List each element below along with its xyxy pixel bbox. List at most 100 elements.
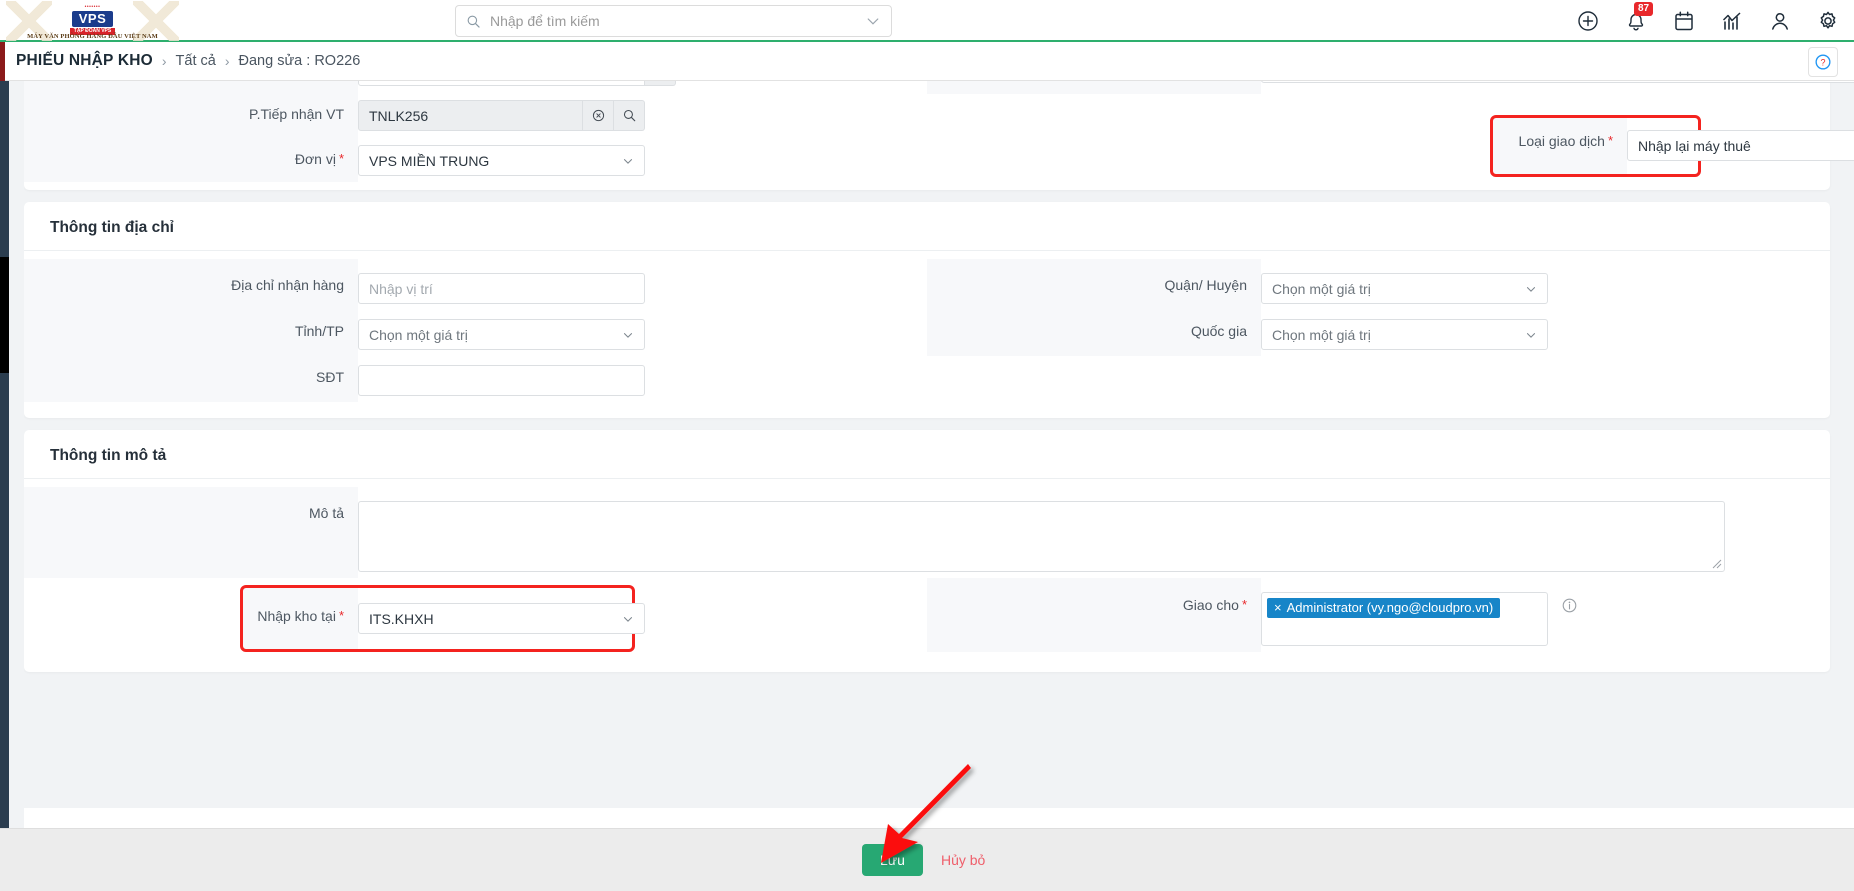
field-row-mo-ta: Mô tả bbox=[24, 479, 1830, 578]
lookup-search-button[interactable] bbox=[614, 100, 645, 131]
breadcrumb-item-all[interactable]: Tất cả bbox=[176, 53, 216, 69]
label-p-tiep-nhan-vt: P.Tiếp nhận VT bbox=[24, 94, 358, 139]
form-action-bar: Lưu Hủy bỏ bbox=[0, 828, 1854, 891]
field-row-tinh-tp: Tỉnh/TP Chọn một giá trị bbox=[24, 310, 927, 356]
nhap-kho-tai-value: ITS.KHXH bbox=[369, 610, 434, 627]
field-row-p-tiep-nhan-vt: P.Tiếp nhận VT TNLK256 bbox=[24, 94, 927, 139]
quan-huyen-select[interactable]: Chọn một giá trị bbox=[1261, 273, 1548, 304]
search-input[interactable]: Nhập để tìm kiếm bbox=[490, 13, 865, 29]
global-search[interactable]: Nhập để tìm kiếm bbox=[455, 5, 892, 37]
breadcrumb-accent-stripe bbox=[0, 42, 5, 81]
breadcrumb-bar: PHIẾU NHẬP KHO › Tất cả › Đang sửa : RO2… bbox=[0, 42, 1854, 81]
quoc-gia-select[interactable]: Chọn một giá trị bbox=[1261, 319, 1548, 350]
clear-button[interactable] bbox=[583, 100, 614, 131]
address-left-column: Địa chỉ nhận hàng Nhập vị trí Tỉnh/TP Ch… bbox=[24, 251, 927, 418]
sidebar-scrollbar-thumb[interactable] bbox=[0, 257, 9, 373]
gear-icon[interactable] bbox=[1816, 9, 1840, 33]
mo-ta-textarea[interactable] bbox=[358, 501, 1725, 572]
label-giao-cho: Giao cho * bbox=[927, 578, 1261, 652]
top-app-bar: ••••••• VPS TẬP ĐOÀN VPS MÁY VĂN PHÒNG H… bbox=[0, 0, 1854, 42]
chevron-down-icon bbox=[623, 332, 633, 338]
remove-tag-icon[interactable]: × bbox=[1274, 601, 1282, 614]
general-left-column: Ngày trả thực tế bbox=[24, 81, 927, 190]
help-button[interactable]: ? bbox=[1808, 47, 1838, 77]
required-marker: * bbox=[338, 608, 344, 623]
ngay-tra-thuc-te-input[interactable] bbox=[358, 81, 645, 86]
required-marker: * bbox=[1607, 133, 1613, 148]
don-vi-select[interactable]: VPS MIỀN TRUNG bbox=[358, 145, 645, 176]
ly-do-tra-hang-textarea[interactable] bbox=[1261, 81, 1854, 83]
content-bottom-strip bbox=[24, 808, 1854, 828]
clear-circle-icon bbox=[592, 109, 604, 122]
field-row-nhap-kho-tai: Nhập kho tại * ITS.KHXH bbox=[240, 585, 645, 652]
don-vi-value: VPS MIỀN TRUNG bbox=[369, 152, 490, 169]
chevron-down-icon[interactable] bbox=[865, 13, 881, 29]
assignee-tag[interactable]: × Administrator (vy.ngo@cloudpro.vn) bbox=[1267, 598, 1501, 618]
general-info-card: Ngày trả thực tế bbox=[24, 81, 1854, 190]
label-don-vi: Đơn vị * bbox=[24, 139, 358, 182]
logo-tagline: MÁY VĂN PHÒNG HÀNG ĐẦU VIỆT NAM bbox=[27, 33, 158, 40]
chevron-down-icon bbox=[623, 158, 633, 164]
notification-badge: 87 bbox=[1634, 2, 1654, 16]
app-logo[interactable]: ••••••• VPS TẬP ĐOÀN VPS MÁY VĂN PHÒNG H… bbox=[0, 0, 185, 41]
save-button[interactable]: Lưu bbox=[862, 844, 923, 876]
info-icon[interactable] bbox=[1561, 597, 1578, 614]
svg-text:?: ? bbox=[1820, 58, 1825, 68]
calendar-icon[interactable] bbox=[1672, 9, 1696, 33]
breadcrumb-separator-icon: › bbox=[161, 53, 167, 69]
label-quan-huyen: Quận/ Huyện bbox=[927, 259, 1261, 310]
cancel-button[interactable]: Hủy bỏ bbox=[931, 844, 995, 876]
dia-chi-nhan-hang-input[interactable]: Nhập vị trí bbox=[358, 273, 645, 304]
add-circle-icon[interactable] bbox=[1576, 9, 1600, 33]
loai-giao-dich-select[interactable]: Nhập lại máy thuê bbox=[1627, 130, 1854, 161]
resize-handle-icon[interactable] bbox=[1712, 559, 1722, 569]
calendar-picker-button[interactable] bbox=[645, 81, 676, 86]
form-scroll-area[interactable]: Ngày trả thực tế bbox=[24, 81, 1854, 828]
label-text: Giao cho bbox=[1182, 597, 1239, 613]
logo-badge: ••••••• VPS TẬP ĐOÀN VPS bbox=[69, 5, 116, 35]
p-tiep-nhan-vt-group[interactable]: TNLK256 bbox=[358, 100, 927, 131]
label-tinh-tp: Tỉnh/TP bbox=[24, 310, 358, 356]
tinh-tp-select[interactable]: Chọn một giá trị bbox=[358, 319, 645, 350]
page-title[interactable]: PHIẾU NHẬP KHO bbox=[16, 52, 153, 70]
address-info-card: Thông tin địa chỉ Địa chỉ nhận hàng Nhập… bbox=[24, 202, 1830, 418]
label-text: Nhập kho tại bbox=[257, 608, 336, 624]
label-dia-chi-nhan-hang: Địa chỉ nhận hàng bbox=[24, 259, 358, 310]
label-ly-do-tra-hang: Lý do trả hàng bbox=[927, 81, 1261, 94]
loai-giao-dich-value: Nhập lại máy thuê bbox=[1638, 137, 1751, 154]
bell-icon[interactable]: 87 bbox=[1624, 2, 1654, 33]
sdt-input[interactable] bbox=[358, 365, 645, 396]
required-marker: * bbox=[1241, 597, 1247, 612]
quan-huyen-value: Chọn một giá trị bbox=[1272, 280, 1371, 297]
search-icon bbox=[623, 109, 635, 122]
help-circle-icon: ? bbox=[1815, 54, 1831, 70]
label-nhap-kho-tai: Nhập kho tại * bbox=[243, 588, 358, 649]
giao-cho-tag-input[interactable]: × Administrator (vy.ngo@cloudpro.vn) bbox=[1261, 592, 1548, 646]
date-input-group[interactable] bbox=[358, 81, 927, 86]
field-row-ngay-tra-thuc-te: Ngày trả thực tế bbox=[24, 81, 927, 94]
p-tiep-nhan-vt-input[interactable]: TNLK256 bbox=[358, 100, 583, 131]
search-icon bbox=[467, 15, 480, 28]
breadcrumb-item-editing[interactable]: Đang sửa : RO226 bbox=[239, 53, 361, 69]
nhap-kho-tai-select[interactable]: ITS.KHXH bbox=[358, 603, 645, 634]
label-ngay-tra-thuc-te: Ngày trả thực tế bbox=[24, 81, 358, 94]
assignee-tag-label: Administrator (vy.ngo@cloudpro.vn) bbox=[1286, 600, 1494, 615]
breadcrumb-separator-icon: › bbox=[224, 53, 230, 69]
left-sidebar-rail[interactable] bbox=[0, 81, 9, 891]
chevron-down-icon bbox=[1526, 286, 1536, 292]
description-right-column: Giao cho * × Administrator (vy.ngo@cloudp… bbox=[927, 578, 1830, 672]
general-right-column: Lý do trả hàng Loại giao dịch* bbox=[927, 81, 1854, 190]
field-row-ly-do-tra-hang: Lý do trả hàng bbox=[927, 81, 1854, 94]
field-row-giao-cho: Giao cho * × Administrator (vy.ngo@cloudp… bbox=[927, 578, 1830, 672]
description-info-card: Thông tin mô tả Mô tả Nhập kho tại * ITS… bbox=[24, 430, 1830, 672]
field-row-sdt: SĐT bbox=[24, 356, 927, 418]
label-loai-giao-dich: Loại giao dịch * bbox=[1493, 118, 1627, 174]
field-row-quoc-gia: Quốc gia Chọn một giá trị bbox=[927, 310, 1830, 372]
field-row-loai-giao-dich: Loại giao dịch * Nhập lại máy thuê bbox=[1490, 115, 1854, 177]
field-row-don-vi: Đơn vị * VPS MIỀN TRUNG bbox=[24, 139, 927, 190]
label-sdt: SĐT bbox=[24, 356, 358, 402]
chart-icon[interactable] bbox=[1720, 9, 1744, 33]
description-section-title: Thông tin mô tả bbox=[24, 430, 1830, 479]
user-icon[interactable] bbox=[1768, 9, 1792, 33]
label-text: Loại giao dịch bbox=[1518, 133, 1605, 149]
